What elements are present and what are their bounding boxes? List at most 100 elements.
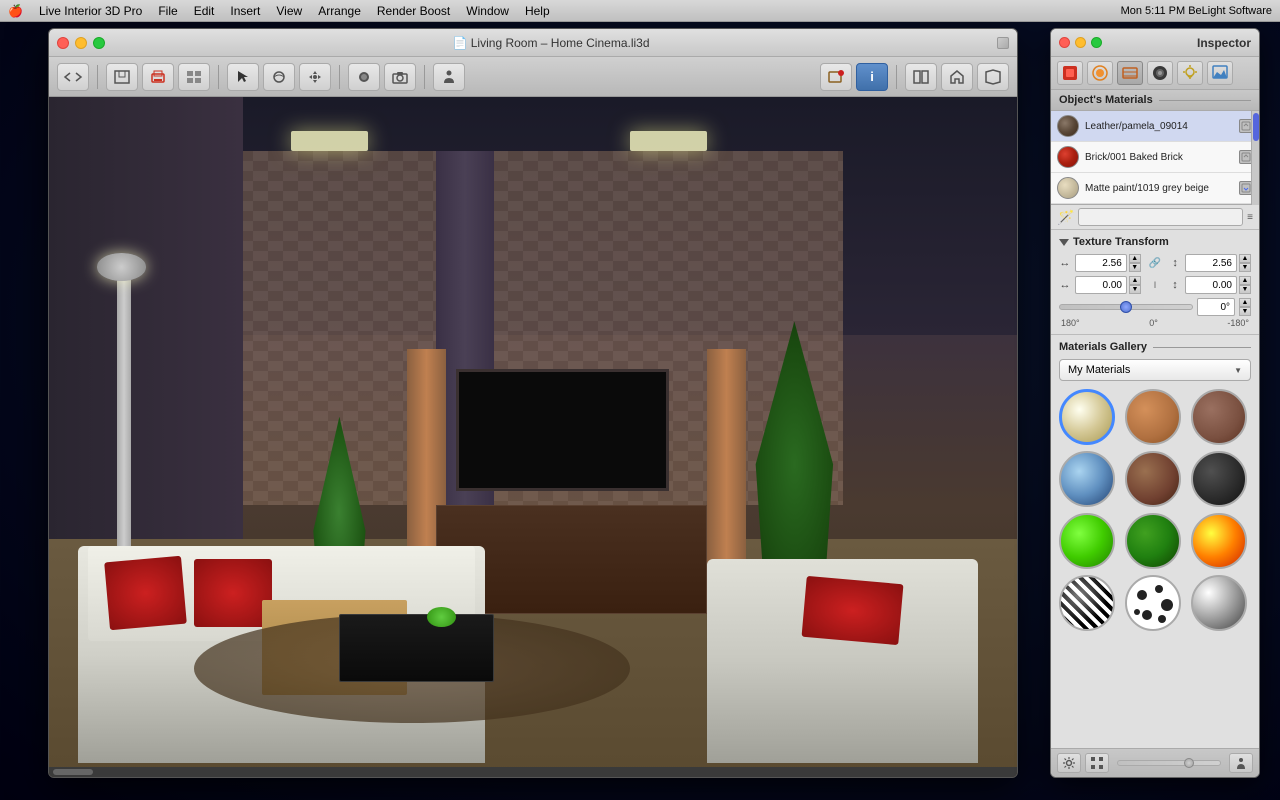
material-search-input[interactable] bbox=[1078, 208, 1243, 226]
inspector-grid-button[interactable] bbox=[1085, 753, 1109, 773]
inspector-person-button[interactable] bbox=[1229, 753, 1253, 773]
menu-bar: 🍎 Live Interior 3D Pro File Edit Insert … bbox=[0, 0, 1280, 22]
menu-view[interactable]: View bbox=[276, 4, 302, 18]
house-button[interactable] bbox=[941, 63, 973, 91]
inspector-tab-scene[interactable] bbox=[1207, 61, 1233, 85]
wand-row: 🪄 ≡ bbox=[1051, 205, 1259, 230]
scale-y-input[interactable]: 2.56 bbox=[1185, 254, 1237, 272]
menu-edit[interactable]: Edit bbox=[194, 4, 215, 18]
objects-materials-label: Object's Materials bbox=[1059, 94, 1153, 106]
offset-x-input[interactable]: 0.00 bbox=[1075, 276, 1127, 294]
inspector-max-button[interactable] bbox=[1091, 37, 1102, 48]
inspector-min-button[interactable] bbox=[1075, 37, 1086, 48]
material-item-brick[interactable]: Brick/001 Baked Brick bbox=[1051, 142, 1259, 173]
materials-list: Leather/pamela_09014 Brick/001 Baked Bri… bbox=[1051, 111, 1259, 205]
offset-x-up[interactable]: ▲ bbox=[1129, 276, 1141, 285]
wand-menu-icon[interactable]: ≡ bbox=[1247, 212, 1253, 223]
gallery-dropdown[interactable]: My Materials ▼ bbox=[1059, 359, 1251, 381]
header-line-1 bbox=[1159, 100, 1251, 101]
viewport[interactable] bbox=[49, 97, 1017, 777]
grid-button[interactable] bbox=[178, 63, 210, 91]
menu-help[interactable]: Help bbox=[525, 4, 550, 18]
offset-x-group: 0.00 ▲ ▼ bbox=[1075, 276, 1141, 294]
rotation-up[interactable]: ▲ bbox=[1239, 298, 1251, 307]
inspector-zoom-slider[interactable] bbox=[1117, 760, 1221, 766]
rotation-down[interactable]: ▼ bbox=[1239, 307, 1251, 316]
menu-window[interactable]: Window bbox=[466, 4, 509, 18]
cushion-red-1 bbox=[104, 556, 187, 630]
inspector-tab-texture[interactable] bbox=[1147, 61, 1173, 85]
slider-label-min: 180° bbox=[1061, 318, 1080, 328]
inspector-tab-material[interactable] bbox=[1117, 61, 1143, 85]
info-button[interactable]: i bbox=[856, 63, 888, 91]
window-title: 📄 Living Room – Home Cinema.li3d bbox=[105, 36, 997, 50]
inspector-close-button[interactable] bbox=[1059, 37, 1070, 48]
gallery-item-wood-dark[interactable] bbox=[1125, 451, 1181, 507]
apple-menu[interactable]: 🍎 bbox=[8, 4, 23, 18]
orbit-button[interactable] bbox=[263, 63, 295, 91]
inspector-settings-button[interactable] bbox=[1057, 753, 1081, 773]
person-button[interactable] bbox=[433, 63, 465, 91]
offset-row: ↔ 0.00 ▲ ▼ I ↕ 0.00 ▲ ▼ bbox=[1059, 276, 1251, 294]
floorplan-button[interactable] bbox=[106, 63, 138, 91]
menu-app[interactable]: Live Interior 3D Pro bbox=[39, 4, 142, 18]
inspector-tab-color[interactable] bbox=[1087, 61, 1113, 85]
3d-button[interactable] bbox=[820, 63, 852, 91]
gallery-item-fire[interactable] bbox=[1191, 513, 1247, 569]
maximize-button[interactable] bbox=[93, 37, 105, 49]
link-icon[interactable]: 🔗 bbox=[1149, 258, 1161, 269]
menu-insert[interactable]: Insert bbox=[230, 4, 260, 18]
scale-x-up[interactable]: ▲ bbox=[1129, 254, 1141, 263]
hscroll-thumb bbox=[53, 769, 93, 775]
materials-scrollbar-track[interactable] bbox=[1251, 111, 1259, 205]
back-forward-button[interactable] bbox=[57, 63, 89, 91]
gallery-item-brick[interactable] bbox=[1191, 389, 1247, 445]
gallery-item-ivory[interactable] bbox=[1059, 389, 1115, 445]
material-name-paint: Matte paint/1019 grey beige bbox=[1085, 183, 1239, 194]
scale-y-down[interactable]: ▼ bbox=[1239, 263, 1251, 272]
section-collapse-triangle[interactable] bbox=[1059, 239, 1069, 246]
gallery-item-green-bright[interactable] bbox=[1059, 513, 1115, 569]
select-tool-button[interactable] bbox=[227, 63, 259, 91]
scale-x-row: ↔ 2.56 ▲ ▼ 🔗 ↕ 2.56 ▲ ▼ bbox=[1059, 254, 1251, 272]
offset-y-up[interactable]: ▲ bbox=[1239, 276, 1251, 285]
slider-labels: 180° 0° -180° bbox=[1059, 318, 1251, 328]
camera-button[interactable] bbox=[384, 63, 416, 91]
offset-h-icon: ↔ bbox=[1059, 279, 1071, 291]
gallery-item-zebra[interactable] bbox=[1059, 575, 1115, 631]
object-button[interactable] bbox=[348, 63, 380, 91]
move-button[interactable] bbox=[299, 63, 331, 91]
minimize-button[interactable] bbox=[75, 37, 87, 49]
inspector-tab-light[interactable] bbox=[1177, 61, 1203, 85]
gallery-item-dalmatian[interactable] bbox=[1125, 575, 1181, 631]
inspector-tab-object[interactable] bbox=[1057, 61, 1083, 85]
resize-button[interactable] bbox=[997, 37, 1009, 49]
scale-x-down[interactable]: ▼ bbox=[1129, 263, 1141, 272]
scale-x-input[interactable]: 2.56 bbox=[1075, 254, 1127, 272]
menu-arrange[interactable]: Arrange bbox=[318, 4, 361, 18]
perspective-button[interactable] bbox=[977, 63, 1009, 91]
print-button[interactable] bbox=[142, 63, 174, 91]
inspector-titlebar: Inspector bbox=[1051, 29, 1259, 57]
viewport-hscrollbar[interactable] bbox=[49, 767, 1017, 777]
material-item-paint[interactable]: Matte paint/1019 grey beige bbox=[1051, 173, 1259, 204]
gallery-item-water[interactable] bbox=[1059, 451, 1115, 507]
menu-render[interactable]: Render Boost bbox=[377, 4, 450, 18]
offset-y-input[interactable]: 0.00 bbox=[1185, 276, 1237, 294]
material-item-leather[interactable]: Leather/pamela_09014 bbox=[1051, 111, 1259, 142]
gallery-item-dark[interactable] bbox=[1191, 451, 1247, 507]
rotation-slider-track[interactable] bbox=[1059, 304, 1193, 310]
offset-x-down[interactable]: ▼ bbox=[1129, 285, 1141, 294]
gallery-item-chrome[interactable] bbox=[1191, 575, 1247, 631]
wand-icon[interactable]: 🪄 bbox=[1057, 209, 1074, 226]
inspector-traffic-lights bbox=[1059, 37, 1102, 48]
menu-file[interactable]: File bbox=[158, 4, 177, 18]
gallery-item-green-dark[interactable] bbox=[1125, 513, 1181, 569]
texture-transform-label: Texture Transform bbox=[1073, 236, 1169, 248]
rotation-input[interactable]: 0° bbox=[1197, 298, 1235, 316]
layout-button[interactable] bbox=[905, 63, 937, 91]
offset-y-down[interactable]: ▼ bbox=[1239, 285, 1251, 294]
gallery-item-wood-light[interactable] bbox=[1125, 389, 1181, 445]
scale-y-up[interactable]: ▲ bbox=[1239, 254, 1251, 263]
close-button[interactable] bbox=[57, 37, 69, 49]
